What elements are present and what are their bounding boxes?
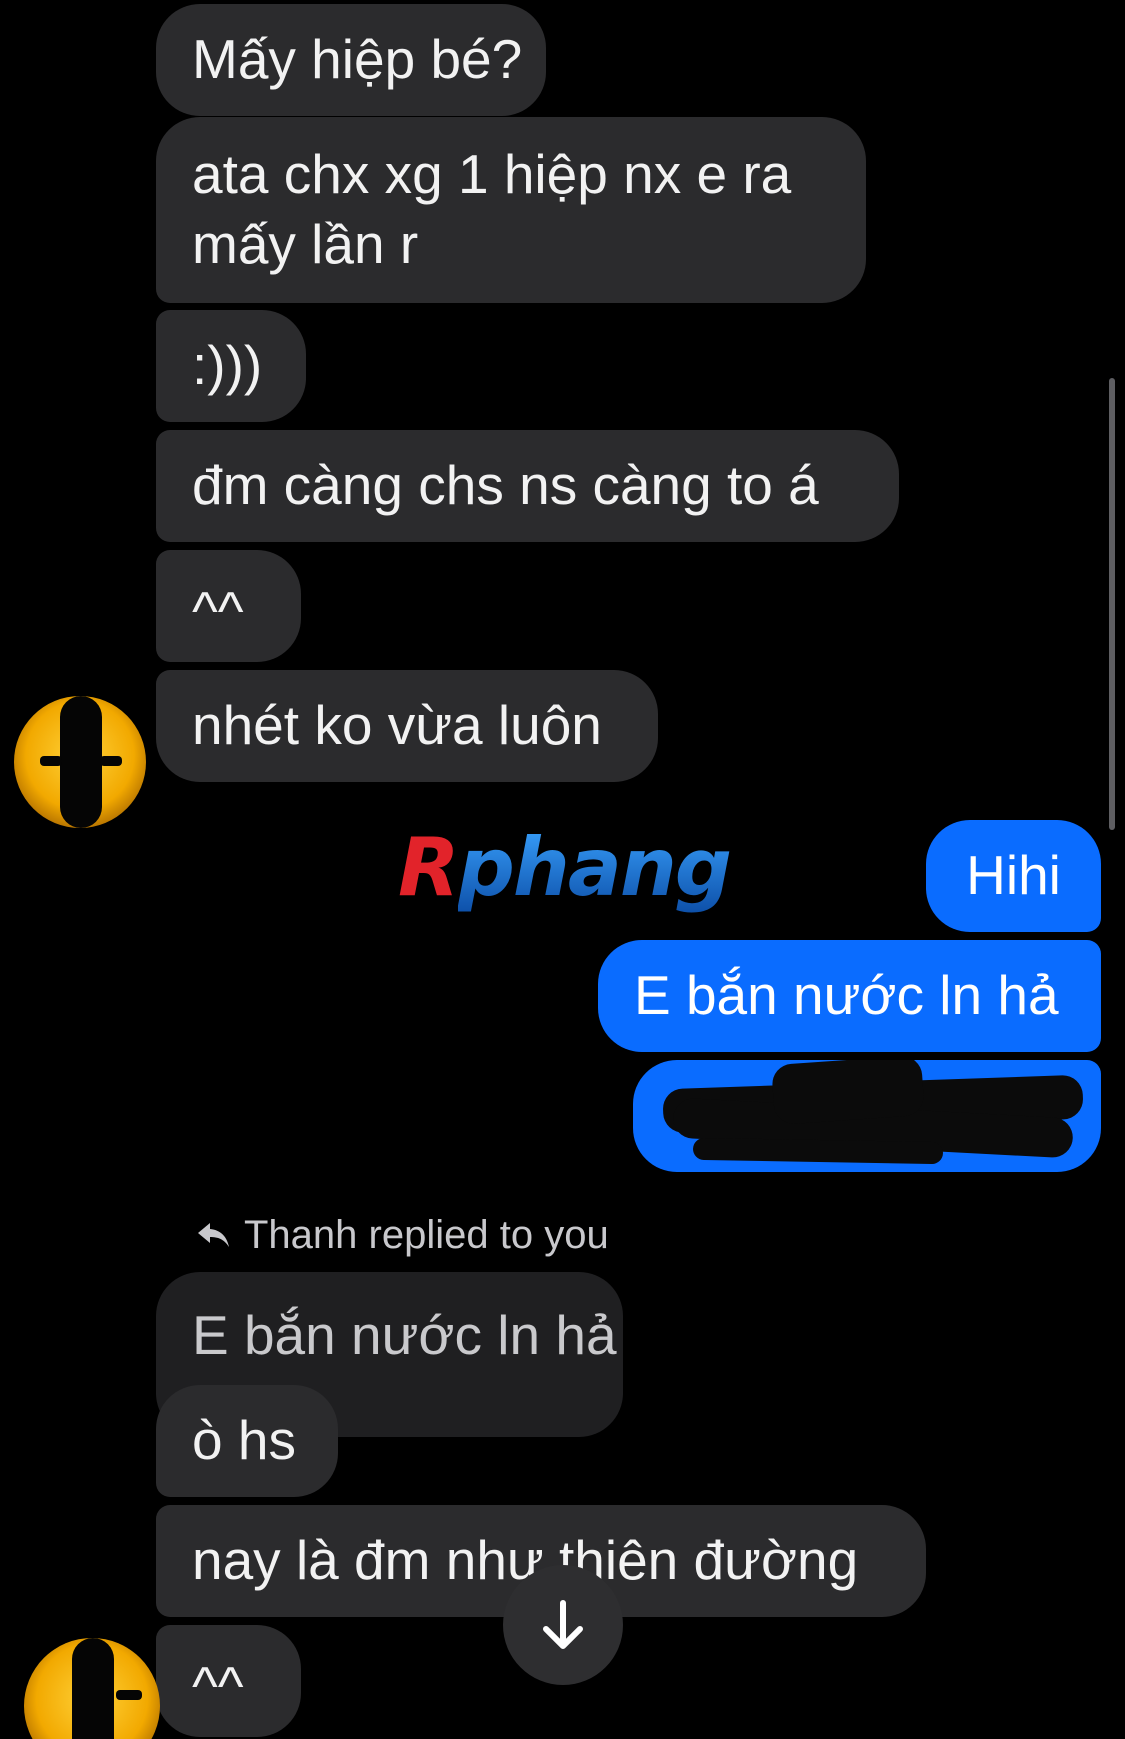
- scrollbar[interactable]: [1109, 378, 1115, 830]
- sender-avatar[interactable]: [14, 696, 146, 828]
- message-bubble-outgoing[interactable]: Hihi: [926, 820, 1101, 932]
- redaction-scribble: [771, 1060, 925, 1126]
- message-bubble-incoming[interactable]: ^^: [156, 550, 301, 662]
- message-text: Hihi: [966, 844, 1061, 906]
- message-text-line: ata chx xg 1 hiệp nx e ra: [192, 143, 792, 205]
- message-text-line: mấy lần r: [192, 213, 419, 275]
- watermark-initial: R: [398, 821, 460, 914]
- reply-arrow-icon: [198, 1223, 229, 1247]
- message-text: E bắn nước ln hả: [634, 964, 1059, 1026]
- message-bubble-outgoing[interactable]: E bắn nước ln hả: [598, 940, 1101, 1052]
- message-text: ò hs: [192, 1409, 296, 1471]
- sender-avatar[interactable]: [24, 1638, 160, 1739]
- chat-screen: Mấy hiệp bé? ata chx xg 1 hiệp nx e ra m…: [0, 0, 1125, 1739]
- message-text: ^^: [192, 1655, 244, 1717]
- message-text: nhét ko vừa luôn: [192, 694, 602, 756]
- message-text: ^^: [192, 580, 244, 642]
- arrow-down-icon: [543, 1600, 583, 1649]
- message-bubble-incoming[interactable]: Mấy hiệp bé?: [156, 4, 546, 116]
- message-text: Mấy hiệp bé?: [192, 28, 523, 90]
- redacted-message-bubble[interactable]: [633, 1060, 1101, 1172]
- message-text: :))): [192, 334, 263, 396]
- message-bubble-incoming[interactable]: nhét ko vừa luôn: [156, 670, 658, 782]
- redaction-scribble: [692, 1137, 944, 1165]
- message-bubble-incoming[interactable]: ata chx xg 1 hiệp nx e ra mấy lần r: [156, 117, 866, 303]
- message-bubble-incoming[interactable]: :))): [156, 310, 306, 422]
- quoted-message-text: E bắn nước ln hả: [192, 1304, 617, 1366]
- reply-header-text: Thanh replied to you: [244, 1212, 609, 1257]
- message-text: đm càng chs ns càng to á: [192, 454, 819, 516]
- message-bubble-incoming[interactable]: ^^: [156, 1625, 301, 1737]
- watermark-logo: Rphang: [398, 818, 732, 918]
- message-bubble-incoming[interactable]: đm càng chs ns càng to á: [156, 430, 899, 542]
- watermark-text: phang: [457, 821, 732, 914]
- scroll-to-bottom-button[interactable]: [503, 1565, 623, 1685]
- reply-header: Thanh replied to you: [196, 1210, 609, 1260]
- message-bubble-incoming[interactable]: ò hs: [156, 1385, 338, 1497]
